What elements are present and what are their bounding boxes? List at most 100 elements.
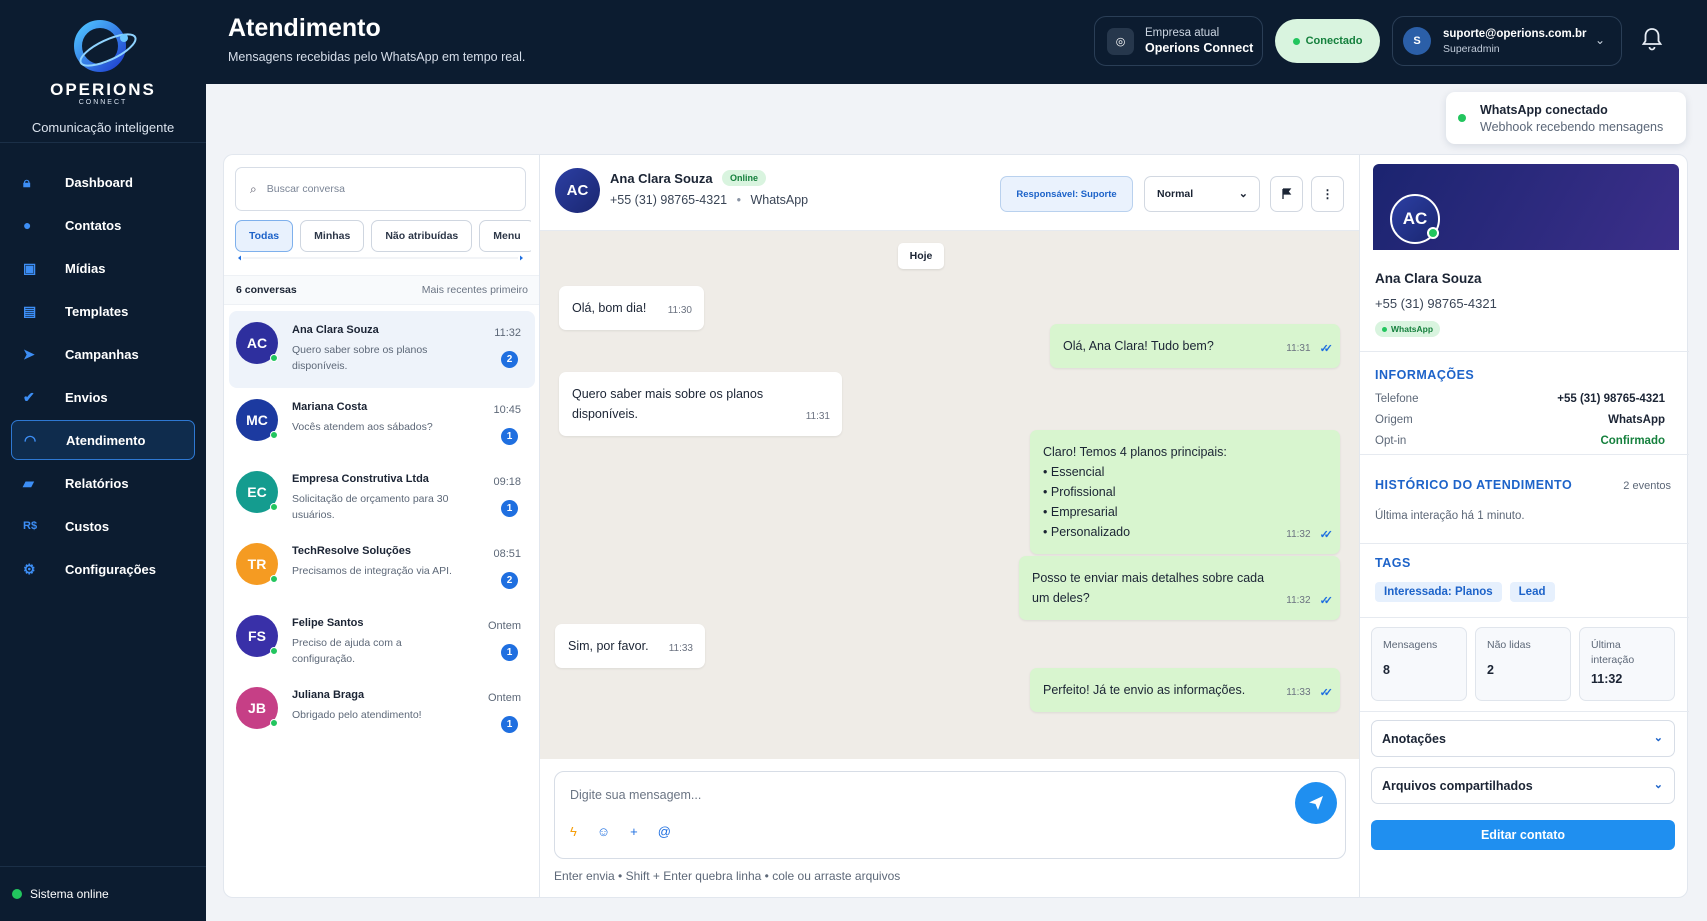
priority-select[interactable]: Normal ⌄ [1144, 176, 1260, 212]
user-email: suporte@operions.com.br [1443, 27, 1587, 40]
more-options-button[interactable]: ⋮ [1311, 176, 1344, 212]
image-icon: ▣ [23, 259, 37, 276]
message-time: 11:33 [668, 643, 693, 654]
responsible-button[interactable]: Responsável: Suporte [1000, 176, 1133, 212]
company-selector[interactable]: ◎ Empresa atual Operions Connect [1094, 16, 1263, 66]
lock-icon: 🔒︎ [23, 173, 31, 190]
avatar: AC [1390, 194, 1440, 244]
unread-badge: 1 [501, 500, 518, 517]
company-name: Operions Connect [1145, 41, 1254, 55]
conversation-item[interactable]: FS Felipe Santos Preciso de ajuda com a … [229, 604, 535, 681]
attach-plus-icon[interactable]: + [630, 824, 638, 839]
message-time: 11:32 [1286, 595, 1311, 606]
avatar-initials: TR [247, 556, 267, 572]
filter-tab[interactable]: Minhas [300, 220, 365, 252]
message-input[interactable]: Digite sua mensagem... [570, 788, 701, 802]
unread-badge: 1 [501, 428, 518, 445]
composer-hint: Enter envia • Shift + Enter quebra linha… [554, 869, 901, 883]
sidebar-item-configuracoes[interactable]: ⚙ Configurações [11, 549, 195, 589]
emoji-icon[interactable]: ☺ [597, 824, 610, 839]
filter-tabs: Todas Minhas Não atribuídas Menu [235, 220, 531, 252]
outgoing-message[interactable]: Perfeito! Já te envio as informações. 11:… [1030, 668, 1340, 712]
toast-subtitle: Webhook recebendo mensagens [1480, 119, 1664, 134]
notes-accordion[interactable]: Anotações ⌄ [1371, 720, 1675, 757]
sidebar-item-atendimento[interactable]: ◠ Atendimento [11, 420, 195, 460]
info-value: Confirmado [1600, 435, 1665, 447]
tag-chip[interactable]: Lead [1509, 582, 1555, 602]
sidebar: OPERIONS CONNECT Comunicação inteligente… [0, 0, 206, 921]
page-subtitle: Mensagens recebidas pelo WhatsApp em tem… [228, 50, 526, 64]
outgoing-message[interactable]: Posso te enviar mais detalhes sobre cada… [1019, 556, 1340, 620]
conversation-time: 08:51 [493, 548, 521, 560]
send-icon: ➤ [23, 345, 35, 362]
outgoing-message[interactable]: Claro! Temos 4 planos principais: • Essen… [1030, 430, 1340, 554]
tag-chip[interactable]: Interessada: Planos [1375, 582, 1502, 602]
unread-badge: 1 [501, 644, 518, 661]
sidebar-item-midias[interactable]: ▣ Mídias [11, 248, 195, 288]
info-title: INFORMAÇÕES [1375, 368, 1475, 382]
avatar: FS [236, 615, 278, 657]
message-text: Posso te enviar mais detalhes sobre cada… [1032, 571, 1265, 605]
sidebar-item-relatorios[interactable]: ▰ Relatórios [11, 463, 195, 503]
flag-button[interactable] [1270, 176, 1303, 212]
info-row: Origem WhatsApp [1375, 414, 1665, 426]
check-icon: ✔ [23, 388, 35, 405]
online-dot-icon [270, 354, 278, 362]
priority-value: Normal [1157, 188, 1194, 200]
sidebar-item-dashboard[interactable]: 🔒︎ Dashboard [11, 162, 195, 202]
incoming-message[interactable]: Sim, por favor. 11:33 [555, 624, 705, 668]
filter-tab[interactable]: Não atribuídas [371, 220, 473, 252]
gear-icon: ⚙ [23, 560, 36, 577]
history-text: Última interação há 1 minuto. [1375, 510, 1525, 522]
sidebar-item-envios[interactable]: ✔ Envios [11, 377, 195, 417]
quick-reply-icon[interactable]: ϟ [570, 824, 577, 839]
folder-icon: ▰ [23, 474, 34, 491]
conversation-item[interactable]: MC Mariana Costa Vocês atendem aos sábad… [229, 388, 535, 465]
sidebar-item-templates[interactable]: ▤ Templates [11, 291, 195, 331]
chevron-down-icon: ⌄ [1594, 33, 1605, 47]
sidebar-item-contatos[interactable]: ● Contatos [11, 205, 195, 245]
message-list-text: Essencial [1050, 465, 1105, 479]
brand-sub: CONNECT [78, 99, 128, 106]
search-input[interactable]: ⌕ Buscar conversa [235, 167, 526, 211]
conversation-item[interactable]: AC Ana Clara Souza Quero saber sobre os … [229, 311, 535, 388]
user-menu[interactable]: S suporte@operions.com.br Superadmin ⌄ [1392, 16, 1622, 66]
message-meta: 11:32 ✓✓ [1286, 591, 1333, 611]
sidebar-item-custos[interactable]: R$ Custos [11, 506, 195, 546]
stat-card: Última interação 11:32 [1579, 627, 1675, 701]
edit-contact-button[interactable]: Editar contato [1371, 820, 1675, 850]
chevron-down-icon: ⌄ [1653, 732, 1663, 744]
sidebar-item-label: Templates [65, 303, 129, 319]
incoming-message[interactable]: Quero saber mais sobre os planos disponí… [559, 372, 842, 436]
mention-icon[interactable]: @ [658, 824, 671, 839]
chat-channel: WhatsApp [750, 193, 809, 207]
filter-tab[interactable]: Todas [235, 220, 294, 252]
message-list-item: • Essencial [1043, 465, 1105, 479]
avatar-initials: MC [246, 412, 268, 428]
filter-scrollbar[interactable] [235, 255, 526, 261]
message-list-text: Empresarial [1050, 505, 1118, 519]
sidebar-item-campanhas[interactable]: ➤ Campanhas [11, 334, 195, 374]
send-button[interactable] [1295, 782, 1337, 824]
conversation-item[interactable]: JB Juliana Braga Obrigado pelo atendimen… [229, 676, 535, 753]
conversation-item[interactable]: EC Empresa Construtiva Ltda Solicitação … [229, 460, 535, 537]
message-area[interactable]: Hoje Olá, bom dia! 11:30 Olá, Ana Clara! T… [540, 231, 1360, 759]
system-status: Sistema online [0, 866, 206, 921]
message-meta: 11:31 ✓✓ [1286, 339, 1333, 359]
conversation-body: Ana Clara Souza Quero saber sobre os pla… [292, 322, 492, 388]
outgoing-message[interactable]: Olá, Ana Clara! Tudo bem? 11:31 ✓✓ [1050, 324, 1340, 368]
message-composer[interactable]: Digite sua mensagem... ϟ ☺ + @ [554, 771, 1346, 859]
page-title: Atendimento [228, 14, 381, 42]
conversation-item[interactable]: TR TechResolve Soluções Precisamos de in… [229, 532, 535, 609]
sidebar-item-label: Dashboard [65, 174, 133, 190]
chat-panel: AC Ana Clara Souza Online +55 (31) 98765… [539, 154, 1360, 898]
files-accordion[interactable]: Arquivos compartilhados ⌄ [1371, 767, 1675, 804]
conversation-preview: Quero saber sobre os planos disponíveis. [292, 344, 428, 372]
sort-label[interactable]: Mais recentes primeiro [422, 284, 528, 296]
bell-icon[interactable] [1640, 26, 1664, 52]
message-text: Claro! Temos 4 planos principais: [1043, 445, 1227, 459]
incoming-message[interactable]: Olá, bom dia! 11:30 [559, 286, 704, 330]
sidebar-item-label: Mídias [65, 260, 106, 276]
filter-tab[interactable]: Menu [479, 220, 531, 252]
message-time: 11:31 [805, 411, 830, 422]
